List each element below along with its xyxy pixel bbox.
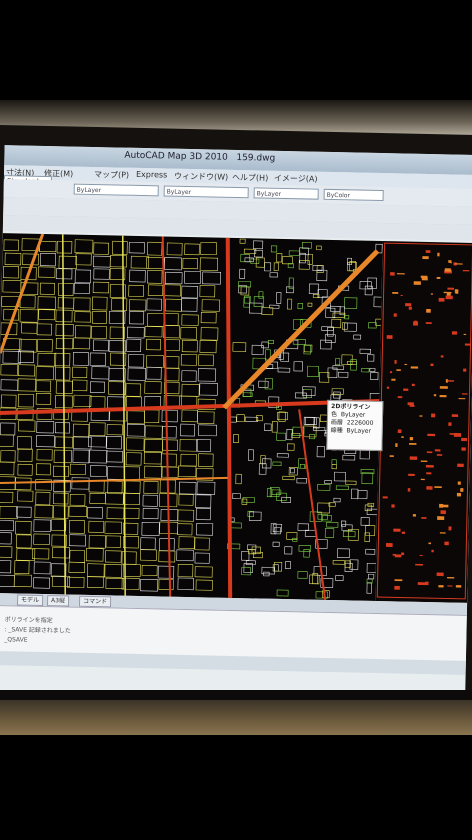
- command-history-line: : _SAVE 記録されました: [4, 626, 71, 635]
- window-title: AutoCAD Map 3D 2010 159.dwg: [124, 151, 275, 164]
- tooltip-label: 色: [330, 411, 338, 419]
- command-history-line: ポリラインを指定: [4, 616, 53, 625]
- tab-command[interactable]: コマンド: [78, 595, 112, 608]
- command-history-line: _QSAVE: [4, 636, 28, 644]
- map-drawing: [0, 233, 388, 601]
- plotstyle-select[interactable]: ByColor: [323, 188, 384, 202]
- linetype-select[interactable]: ByLayer: [163, 185, 249, 199]
- photo-bottom-shadow: [0, 735, 472, 840]
- tooltip-label: 画層: [330, 418, 343, 427]
- menu-help[interactable]: ヘルプ(H): [232, 172, 268, 184]
- legend-drawing: [376, 242, 472, 600]
- tab-model[interactable]: モデル: [16, 594, 44, 607]
- photo-top-shadow: [0, 0, 472, 100]
- tooltip-label: 線種: [330, 426, 343, 435]
- menu-window[interactable]: ウィンドウ(W): [174, 171, 228, 183]
- layer-select[interactable]: ByLayer: [73, 183, 159, 197]
- monitor-screen: AutoCAD Map 3D 2010 159.dwg 寸法(N) 修正(M) …: [0, 145, 472, 700]
- tooltip-value: ByLayer: [340, 411, 366, 419]
- tooltip-row: 線種 ByLayer: [331, 427, 379, 436]
- object-tooltip: 2Dポリライン 色 ByLayer 画層 2226000 線種 ByLayer: [326, 399, 384, 452]
- legend-panel: [375, 241, 472, 603]
- menu-map[interactable]: マップ(P): [94, 169, 129, 181]
- tooltip-value: 2226000: [346, 419, 374, 427]
- desk-surface: [0, 700, 472, 735]
- menu-image[interactable]: イメージ(A): [274, 173, 318, 185]
- lineweight-select[interactable]: ByLayer: [253, 187, 319, 200]
- drawing-area[interactable]: [0, 233, 388, 601]
- menu-express[interactable]: Express: [136, 170, 167, 180]
- tooltip-value: ByLayer: [346, 427, 372, 435]
- file-name: 159.dwg: [236, 152, 276, 164]
- app-name: AutoCAD Map 3D 2010: [124, 150, 228, 163]
- tab-a3[interactable]: A3縦: [46, 595, 70, 607]
